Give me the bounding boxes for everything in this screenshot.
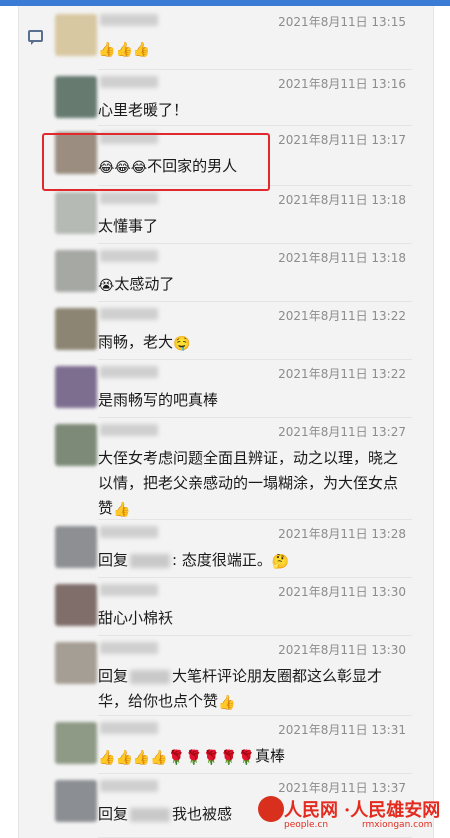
comment-time: 2021年8月11日 13:17: [278, 133, 406, 147]
comment-item[interactable]: 2021年8月11日 13:22 是雨畅写的吧真棒: [0, 360, 450, 418]
commenter-name-blurred[interactable]: [100, 722, 158, 734]
emoji-icon: 🤔: [271, 554, 290, 570]
emoji-icon: 👍: [115, 42, 133, 58]
comment-item[interactable]: 2021年8月11日 13:18 太懂事了: [0, 186, 450, 244]
comment-body: 雨畅，老大: [98, 333, 174, 351]
emoji-icon: 🌹: [167, 750, 186, 766]
avatar[interactable]: [55, 366, 97, 408]
comment-body: 回复: [98, 667, 129, 685]
reply-target-blurred[interactable]: [130, 807, 171, 822]
commenter-name-blurred[interactable]: [100, 366, 158, 378]
comment-time: 2021年8月11日 13:18: [278, 251, 406, 265]
emoji-icon: 👍: [98, 750, 116, 766]
watermark-xiongan: ·人民雄安网: [344, 800, 441, 821]
emoji-icon: 😭: [98, 278, 115, 294]
comment-body: 大侄女考虑问题全面且辨证，动之以理，晓之以情，把老父亲感动的一塌糊涂，为大侄女点…: [98, 449, 399, 517]
comment-text: 回复 : 态度很端正。🤔: [98, 548, 410, 573]
comment-text: 大侄女考虑问题全面且辨证，动之以理，晓之以情，把老父亲感动的一塌糊涂，为大侄女点…: [98, 446, 410, 521]
comment-text: 是雨畅写的吧真棒: [98, 388, 410, 413]
avatar[interactable]: [55, 76, 97, 118]
avatar[interactable]: [55, 526, 97, 568]
comment-item[interactable]: 2021年8月11日 13:16 心里老暖了！: [0, 70, 450, 126]
comment-body: 甜心小棉袄: [98, 609, 174, 627]
watermark-url2: rmxiongan.com: [362, 820, 433, 830]
people-logo-icon: [258, 796, 284, 822]
emoji-icon: 🌹: [185, 750, 203, 766]
emoji-icon: 👍: [113, 502, 131, 518]
comment-text: 甜心小棉袄: [98, 606, 410, 631]
comment-time: 2021年8月11日 13:31: [278, 723, 406, 737]
commenter-name-blurred[interactable]: [100, 642, 158, 654]
comment-time: 2021年8月11日 13:22: [278, 367, 406, 381]
comment-item[interactable]: 2021年8月11日 13:28 回复 : 态度很端正。🤔: [0, 520, 450, 578]
comment-body: 太懂事了: [98, 217, 159, 235]
comment-body: 回复: [98, 805, 129, 823]
comment-time: 2021年8月11日 13:30: [278, 643, 406, 657]
watermark-people: 人民网: [284, 800, 338, 821]
commenter-name-blurred[interactable]: [100, 584, 158, 596]
comment-text: 回复 大笔杆评论朋友圈都这么彰显才华，给你也点个赞👍: [98, 664, 410, 714]
commenter-name-blurred[interactable]: [100, 250, 158, 262]
comment-body: 太感动了: [114, 275, 175, 293]
avatar[interactable]: [55, 780, 97, 822]
comment-body: 是雨畅写的吧真棒: [98, 391, 219, 409]
avatar[interactable]: [55, 642, 97, 684]
comment-text: 👍👍👍: [98, 36, 410, 61]
comment-text: 😭太感动了: [98, 272, 410, 297]
commenter-name-blurred[interactable]: [100, 76, 158, 88]
emoji-icon: 👍: [115, 750, 133, 766]
avatar[interactable]: [55, 584, 97, 626]
emoji-icon: 🤤: [173, 336, 191, 352]
comment-item[interactable]: 2021年8月11日 13:30 甜心小棉袄: [0, 578, 450, 636]
commenter-name-blurred[interactable]: [100, 526, 158, 538]
avatar[interactable]: [55, 424, 97, 466]
commenter-name-blurred[interactable]: [100, 780, 158, 792]
emoji-icon: 🌹: [220, 750, 238, 766]
watermark-url1: people.cn: [284, 820, 329, 830]
commenter-name-blurred[interactable]: [100, 192, 158, 204]
comment-item[interactable]: 2021年8月11日 13:22 雨畅，老大🤤: [0, 302, 450, 360]
avatar[interactable]: [55, 14, 97, 56]
emoji-icon: 👍: [150, 750, 168, 766]
comment-time: 2021年8月11日 13:27: [278, 425, 406, 439]
emoji-icon: 👍: [132, 750, 151, 766]
comment-time: 2021年8月11日 13:30: [278, 585, 406, 599]
reply-target-blurred[interactable]: [130, 553, 171, 568]
emoji-icon: 🌹: [237, 750, 255, 766]
reply-body: : 态度很端正。: [172, 551, 272, 569]
emoji-icon: 🌹: [202, 750, 221, 766]
comment-time: 2021年8月11日 13:22: [278, 309, 406, 323]
comment-text: 雨畅，老大🤤: [98, 330, 410, 355]
comment-body: 回复: [98, 551, 129, 569]
comment-item[interactable]: 2021年8月11日 13:27 大侄女考虑问题全面且辨证，动之以理，晓之以情，把…: [0, 418, 450, 520]
highlight-box: [42, 133, 270, 191]
comment-body: 真棒: [254, 747, 285, 765]
comment-time: 2021年8月11日 13:16: [278, 77, 406, 91]
commenter-name-blurred[interactable]: [100, 308, 158, 320]
comment-item[interactable]: 2021年8月11日 13:30 回复 大笔杆评论朋友圈都这么彰显才华，给你也点个赞…: [0, 636, 450, 716]
avatar[interactable]: [55, 192, 97, 234]
emoji-icon: 👍: [98, 42, 116, 58]
comment-item[interactable]: 2021年8月11日 13:31 👍👍👍👍🌹🌹🌹🌹🌹真棒: [0, 716, 450, 774]
commenter-name-blurred[interactable]: [100, 424, 158, 436]
avatar[interactable]: [55, 250, 97, 292]
comment-item[interactable]: 2021年8月11日 13:18 😭太感动了: [0, 244, 450, 302]
comment-time: 2021年8月11日 13:18: [278, 193, 406, 207]
comment-time: 2021年8月11日 13:37: [278, 781, 406, 795]
emoji-icon: 👍: [132, 42, 151, 58]
commenter-name-blurred[interactable]: [100, 14, 158, 26]
comment-text: 太懂事了: [98, 214, 410, 239]
avatar[interactable]: [55, 308, 97, 350]
comment-time: 2021年8月11日 13:15: [278, 15, 406, 29]
comment-text: 心里老暖了！: [98, 98, 410, 123]
reply-body: 我也被感: [172, 805, 233, 823]
comment-time: 2021年8月11日 13:28: [278, 527, 406, 541]
comment-text: 👍👍👍👍🌹🌹🌹🌹🌹真棒: [98, 744, 410, 769]
reply-target-blurred[interactable]: [130, 669, 171, 684]
comment-body: 心里老暖了！: [98, 101, 189, 119]
comment-item[interactable]: 2021年8月11日 13:15 👍👍👍: [0, 8, 450, 70]
emoji-icon: 👍: [218, 695, 236, 711]
avatar[interactable]: [55, 722, 97, 764]
